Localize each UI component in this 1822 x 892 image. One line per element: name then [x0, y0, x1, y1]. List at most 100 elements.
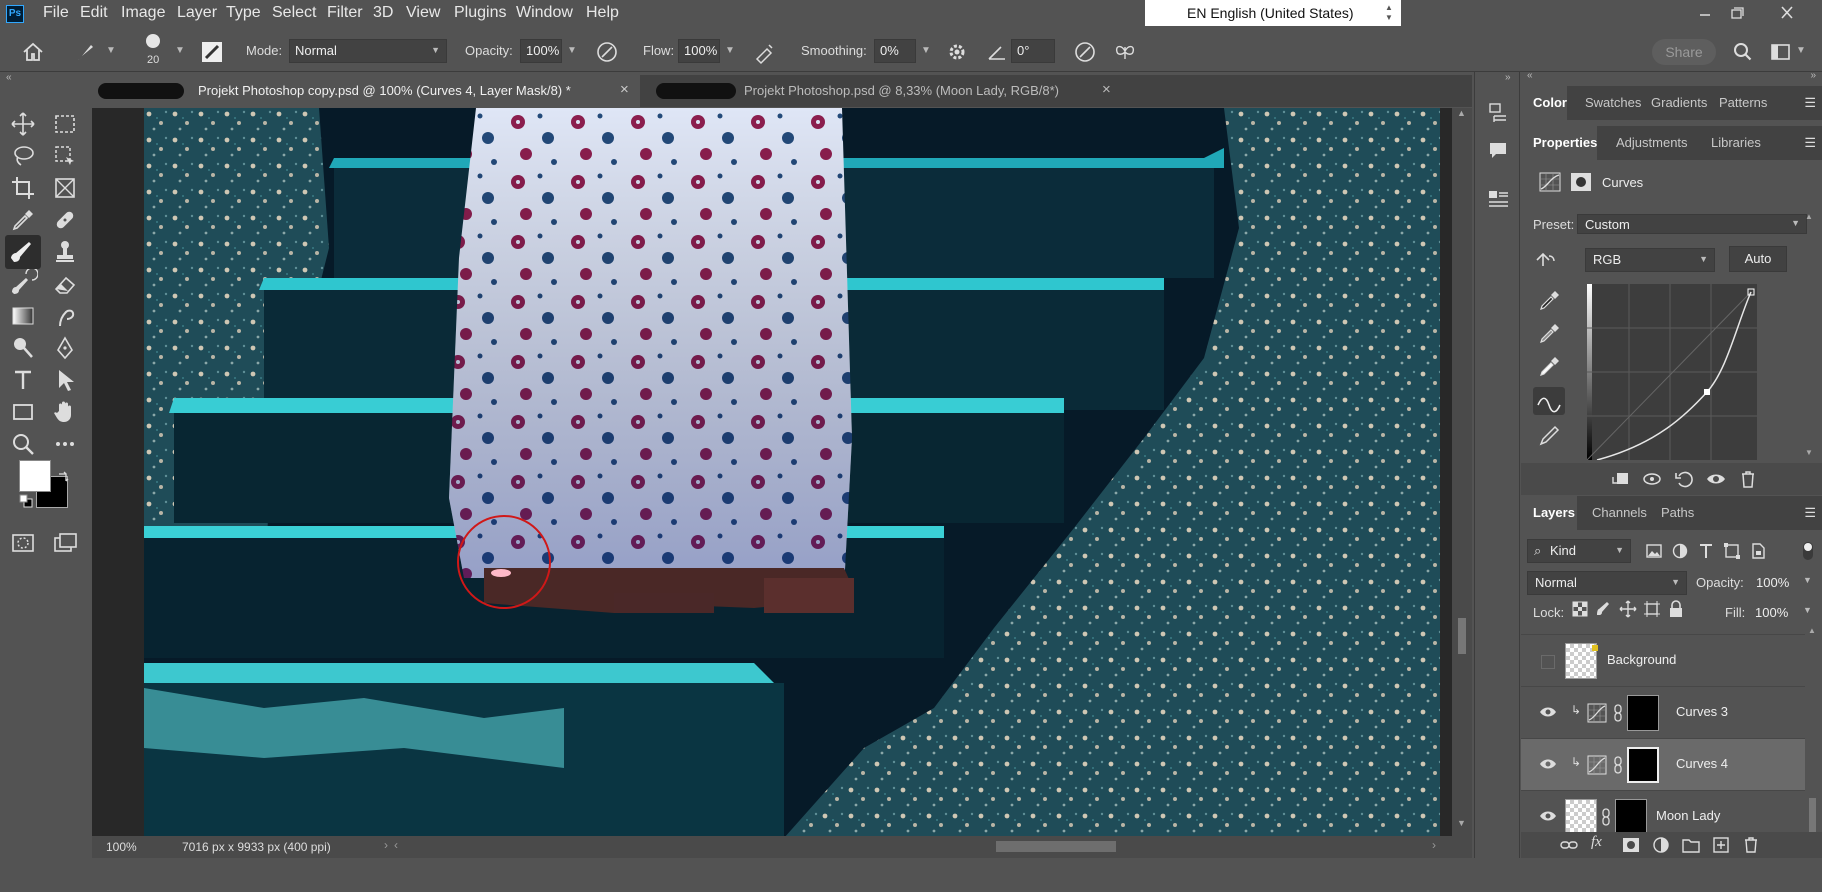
lock-transparency-icon[interactable] — [1571, 600, 1589, 618]
expand-panels-icon[interactable]: » — [1810, 70, 1816, 81]
scroll-up-icon[interactable]: ▲ — [1457, 108, 1466, 118]
canvas-area[interactable] — [92, 108, 1452, 838]
delete-adjustment-icon[interactable] — [1737, 468, 1759, 490]
collapse-strip-icon[interactable]: » — [1505, 72, 1511, 83]
tab-gradients[interactable]: Gradients — [1651, 95, 1707, 110]
crop-tool-icon[interactable] — [8, 173, 38, 203]
minimize-icon[interactable] — [1690, 2, 1720, 24]
healing-brush-tool-icon[interactable] — [50, 205, 80, 235]
restore-icon[interactable] — [1722, 2, 1752, 24]
lock-artboard-icon[interactable] — [1643, 600, 1661, 618]
layer-mask-thumbnail[interactable] — [1627, 695, 1659, 731]
link-layers-icon[interactable] — [1559, 835, 1579, 855]
object-selection-tool-icon[interactable] — [50, 141, 80, 171]
lock-all-icon[interactable] — [1667, 600, 1685, 618]
screen-mode-icon[interactable] — [50, 528, 80, 558]
layer-mask-thumbnail[interactable] — [1615, 799, 1647, 835]
zoom-level[interactable]: 100% — [106, 840, 137, 854]
frame-tool-icon[interactable] — [50, 173, 80, 203]
tab-patterns[interactable]: Patterns — [1719, 95, 1767, 110]
smudge-tool-icon[interactable] — [50, 301, 80, 331]
document-tab-inactive[interactable]: Projekt Photoshop.psd @ 8,33% (Moon Lady… — [652, 75, 1122, 107]
toggle-visibility-icon[interactable] — [1705, 468, 1727, 490]
eye-icon[interactable] — [1539, 809, 1557, 823]
layer-effects-icon[interactable]: fx — [1591, 834, 1602, 851]
channel-select[interactable]: RGB ▼ — [1585, 248, 1715, 272]
menu-help[interactable]: Help — [586, 4, 619, 22]
chain-link-icon[interactable] — [1612, 756, 1624, 774]
reset-adjustment-icon[interactable] — [1673, 468, 1695, 490]
fill-dropdown-icon[interactable]: ▼ — [1803, 605, 1812, 615]
gear-icon[interactable] — [944, 39, 970, 65]
close-tab-icon[interactable]: × — [620, 81, 629, 98]
flow-dropdown-icon[interactable]: ▼ — [721, 40, 739, 62]
symmetry-butterfly-icon[interactable] — [1112, 39, 1138, 65]
pressure-opacity-icon[interactable] — [594, 39, 620, 65]
blend-mode-select[interactable]: Normal ▼ — [1527, 571, 1687, 595]
tab-color[interactable]: Color — [1533, 95, 1567, 110]
layer-row-curves-4[interactable]: ↳ Curves 4 — [1521, 738, 1805, 790]
canvas-vertical-scrollbar[interactable]: ▲ ▼ — [1452, 108, 1472, 838]
eye-icon[interactable] — [1539, 757, 1557, 771]
panel-menu-icon[interactable]: ☰ — [1804, 135, 1816, 151]
workspace-dropdown-icon[interactable]: ▼ — [1792, 40, 1810, 62]
brush-settings-icon[interactable] — [199, 39, 225, 65]
filter-toggle-switch[interactable] — [1799, 540, 1817, 562]
filter-type-icon[interactable] — [1697, 542, 1715, 560]
default-colors-icon[interactable] — [19, 494, 33, 508]
menu-window[interactable]: Window — [516, 4, 573, 22]
history-brush-tool-icon[interactable] — [8, 269, 38, 299]
tab-channels[interactable]: Channels — [1592, 505, 1647, 520]
properties-scrollbar[interactable]: ▲ ▼ — [1803, 212, 1817, 462]
collapse-panels-icon[interactable]: « — [1527, 70, 1533, 81]
tab-layers[interactable]: Layers — [1533, 505, 1575, 520]
menu-file[interactable]: File — [43, 4, 69, 22]
visibility-toggle-empty[interactable] — [1541, 655, 1555, 669]
layer-comps-icon[interactable] — [1485, 186, 1511, 212]
new-layer-icon[interactable] — [1711, 835, 1731, 855]
foreground-color-swatch[interactable] — [19, 460, 51, 492]
lock-position-icon[interactable] — [1619, 600, 1637, 618]
status-info-arrow-icon[interactable]: › — [384, 838, 388, 852]
preset-select[interactable]: Custom ▼ — [1577, 214, 1807, 234]
add-mask-icon[interactable] — [1621, 835, 1641, 855]
more-tools-icon[interactable] — [50, 429, 80, 459]
dodge-tool-icon[interactable] — [8, 333, 38, 363]
menu-view[interactable]: View — [406, 4, 440, 22]
quick-mask-icon[interactable] — [8, 528, 38, 558]
menu-select[interactable]: Select — [272, 4, 316, 22]
menu-image[interactable]: Image — [121, 4, 165, 22]
eraser-tool-icon[interactable] — [50, 269, 80, 299]
menu-edit[interactable]: Edit — [80, 4, 108, 22]
filter-shape-icon[interactable] — [1723, 542, 1741, 560]
filter-adjustment-icon[interactable] — [1671, 542, 1689, 560]
white-point-eyedropper-icon[interactable] — [1535, 351, 1563, 379]
scroll-down-icon[interactable]: ▼ — [1805, 448, 1813, 457]
lasso-tool-icon[interactable] — [8, 141, 38, 171]
pen-tool-icon[interactable] — [50, 333, 80, 363]
document-tab-active[interactable]: Projekt Photoshop copy.psd @ 100% (Curve… — [92, 75, 640, 107]
smoothing-input[interactable]: 0% — [874, 39, 916, 63]
path-selection-tool-icon[interactable] — [50, 365, 80, 395]
share-button[interactable]: Share — [1652, 39, 1716, 65]
zoom-tool-icon[interactable] — [8, 429, 38, 459]
scroll-up-icon[interactable]: ▲ — [1808, 626, 1816, 635]
layer-mask-icon[interactable] — [1570, 172, 1592, 192]
opacity-dropdown-icon[interactable]: ▼ — [1803, 575, 1812, 585]
lock-pixels-icon[interactable] — [1595, 600, 1613, 618]
flow-input[interactable]: 100% — [678, 39, 720, 63]
collapse-tools-icon[interactable]: « — [6, 72, 12, 83]
clone-stamp-tool-icon[interactable] — [50, 237, 80, 267]
new-adjustment-layer-icon[interactable] — [1651, 835, 1671, 855]
move-tool-icon[interactable] — [8, 109, 38, 139]
layer-filter-select[interactable]: ⌕ Kind ▼ — [1527, 539, 1631, 563]
home-icon[interactable] — [20, 39, 46, 65]
menu-type[interactable]: Type — [226, 4, 261, 22]
chain-link-icon[interactable] — [1612, 704, 1624, 722]
menu-filter[interactable]: Filter — [327, 4, 363, 22]
panel-menu-icon[interactable]: ☰ — [1804, 95, 1816, 111]
on-image-adjust-icon[interactable] — [1533, 248, 1559, 270]
brush-tool-icon[interactable] — [8, 237, 38, 267]
menu-plugins[interactable]: Plugins — [454, 4, 506, 22]
panel-menu-icon[interactable]: ☰ — [1804, 505, 1816, 521]
